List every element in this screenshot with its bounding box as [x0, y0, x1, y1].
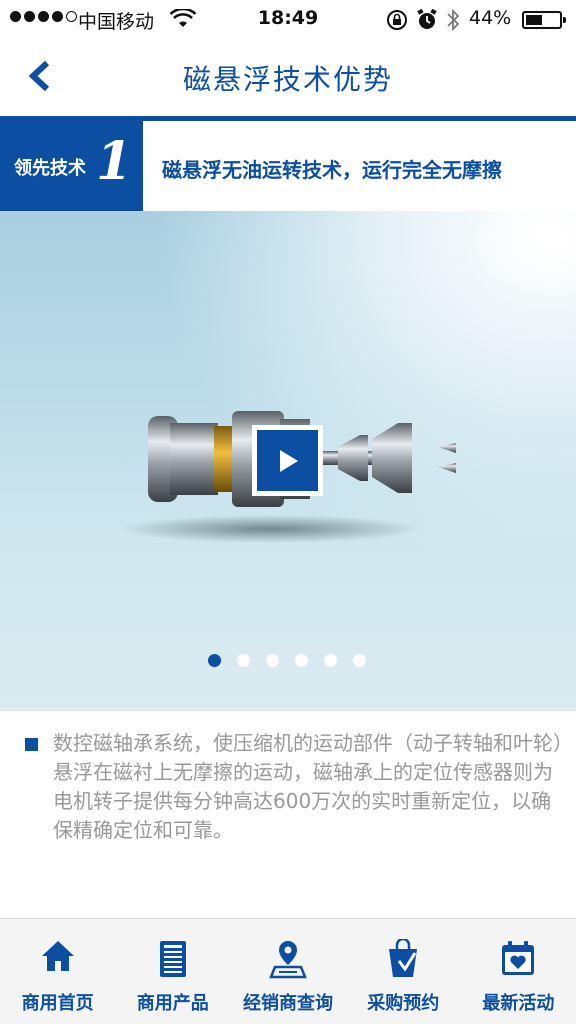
- description-section: 数控磁轴承系统，使压缩机的运动部件（动子转轴和叶轮）悬浮在磁衬上无摩擦的运动，磁…: [0, 711, 576, 911]
- tab-label: 采购预约: [367, 993, 440, 1014]
- bottom-tab-bar: 商用首页 商用产品 经销商查询 采购预约 最新活动: [0, 918, 576, 1024]
- carousel-dot[interactable]: [237, 654, 250, 667]
- play-icon: [279, 449, 298, 472]
- battery-icon: [522, 11, 566, 29]
- tab-label: 最新活动: [482, 993, 555, 1014]
- carousel-dot[interactable]: [324, 654, 337, 667]
- tab-purchase-booking[interactable]: 采购预约: [346, 919, 461, 1024]
- description-text: 数控磁轴承系统，使压缩机的运动部件（动子转轴和叶轮）悬浮在磁衬上无摩擦的运动，磁…: [53, 731, 563, 842]
- page-title: 磁悬浮技术优势: [182, 63, 393, 96]
- tab-label: 商用首页: [21, 993, 94, 1014]
- nav-bar: 磁悬浮技术优势: [0, 40, 576, 116]
- feature-banner: 领先技术 1 磁悬浮无油运转技术，运行完全无摩擦: [0, 121, 576, 211]
- status-bar: 中国移动 18:49 44%: [0, 0, 576, 40]
- home-icon: [41, 941, 74, 971]
- feature-headline: 磁悬浮无油运转技术，运行完全无摩擦: [162, 158, 502, 182]
- tab-label: 商用产品: [136, 993, 209, 1014]
- alarm-icon: [417, 9, 437, 29]
- carousel-dots: [208, 654, 366, 667]
- feature-tag-number: 1: [96, 131, 133, 192]
- battery-percent: 44%: [469, 7, 512, 29]
- product-icon: [159, 941, 186, 977]
- orientation-lock-icon: [387, 10, 407, 30]
- tab-home[interactable]: 商用首页: [0, 919, 115, 1024]
- tab-latest-events[interactable]: 最新活动: [461, 919, 576, 1024]
- map-pin-icon: [269, 941, 307, 979]
- hero-carousel[interactable]: [0, 211, 576, 711]
- feature-tag: 领先技术 1: [0, 121, 143, 211]
- carousel-dot[interactable]: [295, 654, 308, 667]
- feature-tag-label: 领先技术: [14, 158, 86, 179]
- carousel-dot[interactable]: [353, 654, 366, 667]
- play-button[interactable]: [252, 425, 323, 496]
- carousel-dot[interactable]: [208, 654, 221, 667]
- bluetooth-icon: [447, 8, 460, 32]
- tab-dealer-search[interactable]: 经销商查询: [230, 919, 345, 1024]
- square-bullet-icon: [25, 738, 38, 751]
- bag-icon: [389, 939, 418, 977]
- carousel-dot[interactable]: [266, 654, 279, 667]
- tab-label: 经销商查询: [243, 993, 333, 1014]
- tab-products[interactable]: 商用产品: [115, 919, 230, 1024]
- calendar-heart-icon: [502, 941, 535, 975]
